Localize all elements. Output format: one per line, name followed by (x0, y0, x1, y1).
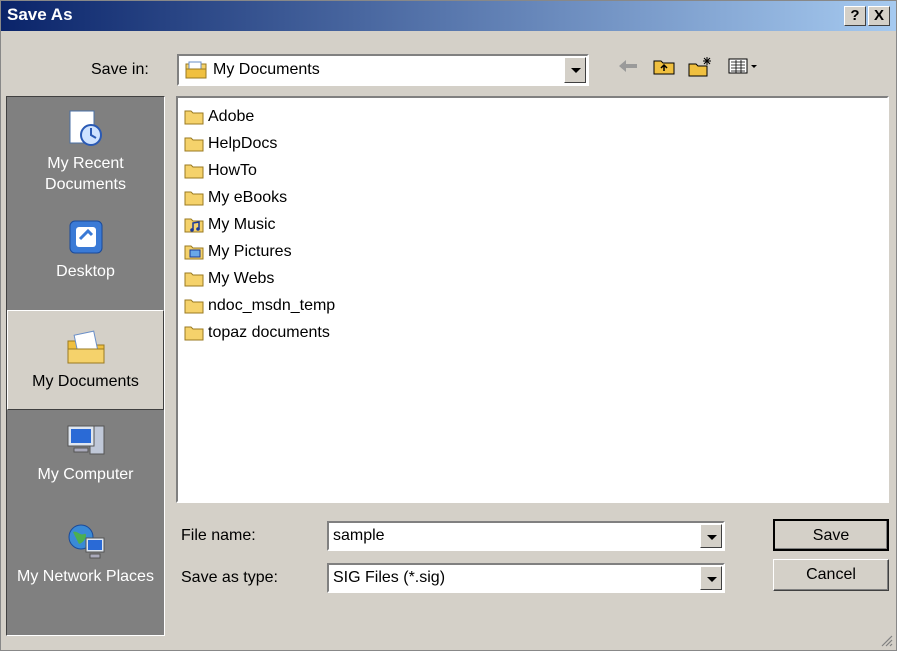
resize-grip-icon[interactable] (879, 633, 893, 647)
place-desktop[interactable]: Desktop (7, 217, 164, 307)
save-as-type-label: Save as type: (181, 569, 278, 586)
save-button[interactable]: Save (773, 519, 889, 551)
place-my-recent-documents[interactable]: My Recent Documents (7, 109, 164, 209)
close-button[interactable]: X (868, 6, 890, 26)
title-bar: Save As ? X (1, 1, 896, 31)
save-as-type-value: SIG Files (*.sig) (333, 569, 446, 586)
my-computer-icon (67, 425, 104, 455)
desktop-icon (69, 220, 102, 254)
pictures-folder-icon (184, 245, 204, 260)
dialog-title: Save As (7, 5, 73, 24)
cancel-button[interactable]: Cancel (773, 559, 889, 591)
new-folder-icon[interactable] (685, 56, 715, 82)
view-menu-icon[interactable] (723, 56, 767, 82)
chevron-down-icon[interactable] (700, 524, 722, 548)
save-as-type-dropdown[interactable]: SIG Files (*.sig) (327, 563, 725, 593)
file-list[interactable]: Adobe HelpDocs HowTo My eBooks My Music … (176, 96, 889, 503)
place-my-documents[interactable]: My Documents (7, 310, 164, 410)
network-places-icon (68, 524, 104, 559)
folder-icon (184, 326, 204, 341)
help-button[interactable]: ? (844, 6, 866, 26)
chevron-down-icon[interactable] (700, 566, 722, 590)
place-my-computer[interactable]: My Computer (7, 420, 164, 510)
recent-documents-icon (69, 110, 102, 146)
folder-icon (184, 299, 204, 314)
save-in-value: My Documents (213, 61, 320, 78)
folder-icon (184, 164, 204, 179)
chevron-down-icon[interactable] (564, 57, 586, 83)
file-name-value: sample (333, 527, 385, 544)
save-in-label: Save in: (91, 61, 149, 78)
folder-icon (184, 191, 204, 206)
back-arrow-icon[interactable] (613, 56, 643, 82)
folder-icon (184, 137, 204, 152)
save-as-dialog: Save As ? X Save in: My Documents My Rec… (0, 0, 897, 651)
folder-icon (184, 272, 204, 287)
my-documents-icon (67, 330, 104, 364)
place-my-network-places[interactable]: My Network Places (7, 522, 164, 632)
my-documents-icon (185, 61, 207, 79)
folder-icon (184, 110, 204, 125)
places-bar: My Recent Documents Desktop My Documents (6, 96, 165, 636)
save-in-dropdown[interactable]: My Documents (177, 54, 589, 86)
file-name-field[interactable]: sample (327, 521, 725, 551)
up-folder-icon[interactable] (649, 56, 679, 82)
file-name-label: File name: (181, 527, 256, 544)
music-folder-icon (184, 218, 204, 233)
